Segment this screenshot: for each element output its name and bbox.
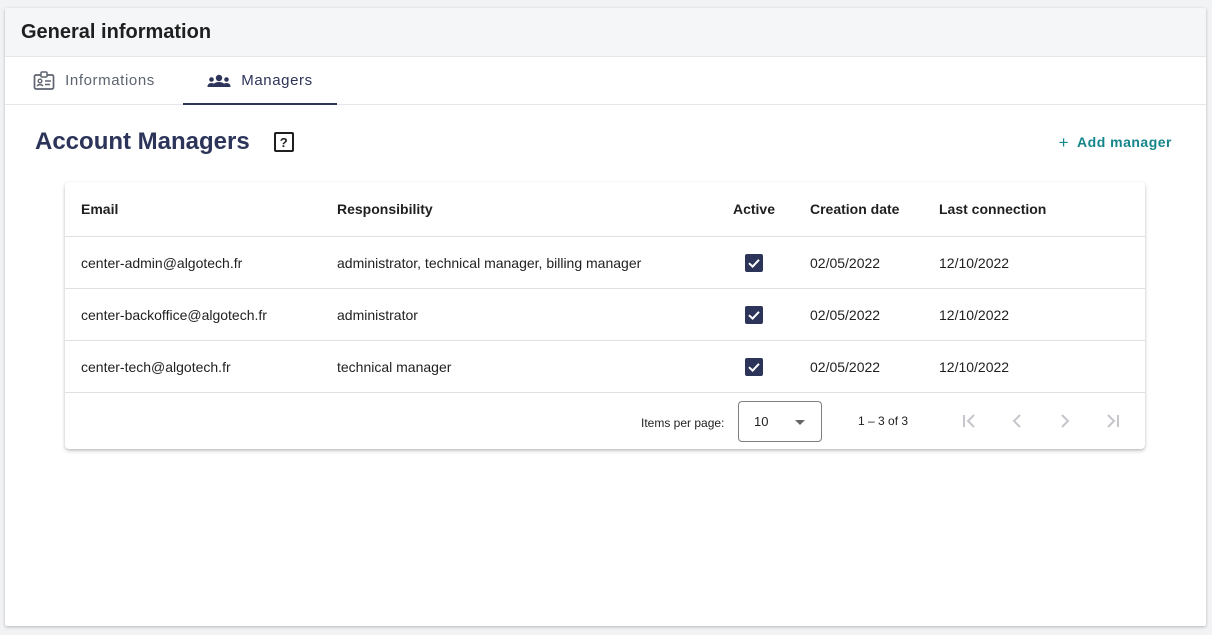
first-page-button[interactable] bbox=[957, 409, 981, 433]
id-card-icon bbox=[33, 70, 55, 91]
chevron-down-icon bbox=[795, 420, 805, 425]
tab-managers[interactable]: Managers bbox=[183, 57, 337, 105]
email-cell: center-backoffice@algotech.fr bbox=[81, 306, 267, 323]
creation-date-cell: 02/05/2022 bbox=[810, 254, 881, 271]
table-row[interactable]: center-admin@algotech.fr administrator, … bbox=[65, 237, 1145, 289]
chevron-left-icon bbox=[1012, 414, 1021, 428]
section-title: Account Managers bbox=[35, 128, 250, 155]
section-header: Account Managers ? + Add manager bbox=[35, 126, 1172, 158]
paginator: Items per page: 10 1 – 3 of 3 bbox=[65, 393, 1145, 449]
tab-informations-label: Informations bbox=[65, 72, 155, 89]
last-page-icon bbox=[1107, 414, 1119, 428]
check-icon bbox=[748, 362, 760, 372]
active-cell bbox=[724, 237, 784, 288]
column-header-email[interactable]: Email bbox=[81, 182, 118, 236]
responsibility-cell: technical manager bbox=[337, 358, 452, 375]
active-checkbox[interactable] bbox=[745, 357, 763, 376]
column-header-responsibility[interactable]: Responsibility bbox=[337, 182, 433, 236]
last-connection-cell: 12/10/2022 bbox=[939, 306, 1010, 323]
last-connection-cell: 12/10/2022 bbox=[939, 254, 1010, 271]
plus-icon: + bbox=[1058, 132, 1070, 152]
column-header-last-connection[interactable]: Last connection bbox=[939, 182, 1046, 236]
column-header-creation-date[interactable]: Creation date bbox=[810, 182, 899, 236]
items-per-page-select[interactable]: 10 bbox=[738, 401, 822, 442]
add-manager-label: Add manager bbox=[1077, 134, 1172, 150]
items-per-page-value: 10 bbox=[754, 414, 769, 429]
items-per-page-label: Items per page: bbox=[641, 416, 725, 430]
email-cell: center-tech@algotech.fr bbox=[81, 358, 231, 375]
previous-page-button[interactable] bbox=[1005, 409, 1029, 433]
chevron-right-icon bbox=[1061, 414, 1070, 428]
table-row[interactable]: center-tech@algotech.fr technical manage… bbox=[65, 341, 1145, 393]
question-mark-icon[interactable]: ? bbox=[273, 132, 294, 152]
card-header: General information bbox=[5, 8, 1206, 57]
tab-informations[interactable]: Informations bbox=[5, 57, 183, 104]
creation-date-cell: 02/05/2022 bbox=[810, 358, 881, 375]
card-title: General information bbox=[21, 20, 212, 43]
last-page-button[interactable] bbox=[1101, 409, 1125, 433]
active-checkbox[interactable] bbox=[745, 305, 763, 324]
check-icon bbox=[748, 310, 760, 320]
managers-table: Email Responsibility Active Creation dat… bbox=[65, 182, 1145, 449]
first-page-icon bbox=[963, 414, 975, 428]
active-checkbox[interactable] bbox=[745, 253, 763, 272]
range-label: 1 – 3 of 3 bbox=[858, 414, 909, 428]
general-information-card: General information Informations Manager… bbox=[5, 8, 1206, 626]
group-icon bbox=[207, 74, 231, 88]
active-cell bbox=[724, 341, 784, 392]
tab-bar: Informations Managers bbox=[5, 57, 1206, 105]
table-row[interactable]: center-backoffice@algotech.fr administra… bbox=[65, 289, 1145, 341]
active-cell bbox=[724, 289, 784, 340]
last-connection-cell: 12/10/2022 bbox=[939, 358, 1010, 375]
next-page-button[interactable] bbox=[1053, 409, 1077, 433]
creation-date-cell: 02/05/2022 bbox=[810, 306, 881, 323]
table-header-row: Email Responsibility Active Creation dat… bbox=[65, 182, 1145, 237]
check-icon bbox=[748, 258, 760, 268]
email-cell: center-admin@algotech.fr bbox=[81, 254, 243, 271]
responsibility-cell: administrator bbox=[337, 306, 418, 323]
responsibility-cell: administrator, technical manager, billin… bbox=[337, 254, 642, 271]
add-manager-button[interactable]: + Add manager bbox=[1059, 134, 1172, 151]
tab-managers-label: Managers bbox=[241, 72, 313, 89]
column-header-active[interactable]: Active bbox=[724, 182, 784, 236]
